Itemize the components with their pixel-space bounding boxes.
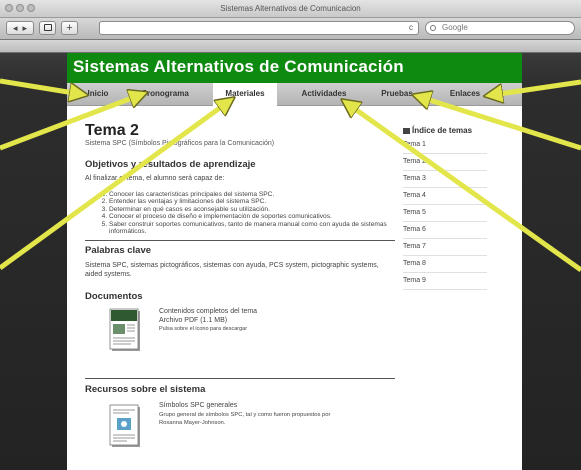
sidebar-item-tema-9[interactable]: Tema 9 <box>403 273 487 290</box>
keywords-title: Palabras clave <box>85 245 152 257</box>
plus-icon: + <box>66 22 73 34</box>
zoom-window-button[interactable] <box>27 4 35 12</box>
resource-desc-line2: Roxanna Mayer-Johnson. <box>159 420 226 427</box>
tab-actividades[interactable]: Actividades <box>289 83 359 105</box>
forward-icon[interactable]: ▸ <box>23 23 28 33</box>
sidebar-item-tema-1[interactable]: Tema 1 <box>403 137 487 154</box>
objective-item: Determinar en qué casos es aconsejable s… <box>109 206 395 214</box>
minimize-window-button[interactable] <box>16 4 24 12</box>
back-forward-buttons[interactable]: ◂ ▸ <box>6 21 34 35</box>
pdf-document-icon[interactable] <box>109 308 143 354</box>
objective-item: Entender las ventajas y limitaciones del… <box>109 198 395 206</box>
symbols-document-icon[interactable] <box>109 404 143 450</box>
page-subtitle: Sistema SPC (Símbolos Pictográficos para… <box>85 140 275 147</box>
close-window-button[interactable] <box>5 4 13 12</box>
objective-item: Saber construir soportes comunicativos, … <box>109 221 395 236</box>
objectives-title: Objetivos y resultados de aprendizaje <box>85 159 256 170</box>
section-divider <box>85 240 395 242</box>
resource-desc-line1: Grupo general de símbolos SPC, tal y com… <box>159 411 331 418</box>
site-title: Sistemas Alternativos de Comunicación <box>73 57 404 76</box>
sidebar-item-tema-5[interactable]: Tema 5 <box>403 205 487 222</box>
search-icon <box>430 25 436 31</box>
section-divider <box>85 378 395 380</box>
resource-item: Símbolos SPC generales Grupo general de … <box>85 400 395 460</box>
bookmark-icon <box>43 24 52 31</box>
tab-inicio[interactable]: Inicio <box>73 83 123 105</box>
search-input[interactable]: Google <box>425 21 575 35</box>
new-tab-button[interactable]: + <box>61 21 78 35</box>
sidebar-item-tema-6[interactable]: Tema 6 <box>403 222 487 239</box>
resources-title: Recursos sobre el sistema <box>85 384 206 396</box>
site-header: Sistemas Alternativos de Comunicación <box>67 53 522 83</box>
objective-item: Conocer las características principales … <box>109 191 395 199</box>
window-titlebar: Sistemas Alternativos de Comunicacion <box>0 0 581 18</box>
tab-cronograma[interactable]: Cronograma <box>133 83 197 105</box>
sidebar-item-tema-2[interactable]: Tema 2 <box>403 154 487 171</box>
bookmark-button[interactable] <box>39 21 56 35</box>
document-meta: Archivo PDF (1.1 MB) <box>159 316 228 324</box>
page-title: Tema 2 <box>85 122 139 139</box>
sidebar-title: Índice de temas <box>403 126 487 135</box>
documents-title: Documentos <box>85 291 143 303</box>
address-bar[interactable]: c <box>99 21 419 35</box>
document-item: Contenidos completos del tema Archivo PD… <box>85 306 395 372</box>
sidebar-item-tema-4[interactable]: Tema 4 <box>403 188 487 205</box>
objective-item: Conocer el proceso de diseño e implement… <box>109 213 395 221</box>
sidebar-item-tema-3[interactable]: Tema 3 <box>403 171 487 188</box>
browser-toolbar: ◂ ▸ + c Google <box>0 18 581 40</box>
folder-icon <box>403 128 410 134</box>
tab-pruebas[interactable]: Pruebas <box>367 83 427 105</box>
search-placeholder: Google <box>442 23 468 32</box>
keywords-text: Sistema SPC, sistemas pictográficos, sis… <box>85 262 379 278</box>
main-nav: Inicio Cronograma Materiales Actividades… <box>67 83 522 106</box>
sidebar-title-text: Índice de temas <box>412 126 473 135</box>
main-content: Tema 2 Sistema SPC (Símbolos Pictográfic… <box>85 122 395 460</box>
sidebar-item-tema-7[interactable]: Tema 7 <box>403 239 487 256</box>
back-icon[interactable]: ◂ <box>13 23 18 33</box>
tab-materiales[interactable]: Materiales <box>213 83 277 106</box>
window-title: Sistemas Alternativos de Comunicacion <box>220 4 361 13</box>
tab-enlaces[interactable]: Enlaces <box>437 83 493 105</box>
objectives-intro: Al finalizar el tema, el alumno será cap… <box>85 175 225 182</box>
bookmarks-bar <box>0 40 581 53</box>
reload-icon[interactable]: c <box>409 22 413 34</box>
topics-sidebar: Índice de temas Tema 1 Tema 2 Tema 3 Tem… <box>403 126 487 290</box>
sidebar-item-tema-8[interactable]: Tema 8 <box>403 256 487 273</box>
document-title[interactable]: Contenidos completos del tema <box>159 308 257 317</box>
objectives-list: Conocer las características principales … <box>85 191 395 237</box>
document-hint: Pulsa sobre el icono para descargar <box>159 326 248 333</box>
resource-title[interactable]: Símbolos SPC generales <box>159 402 330 411</box>
